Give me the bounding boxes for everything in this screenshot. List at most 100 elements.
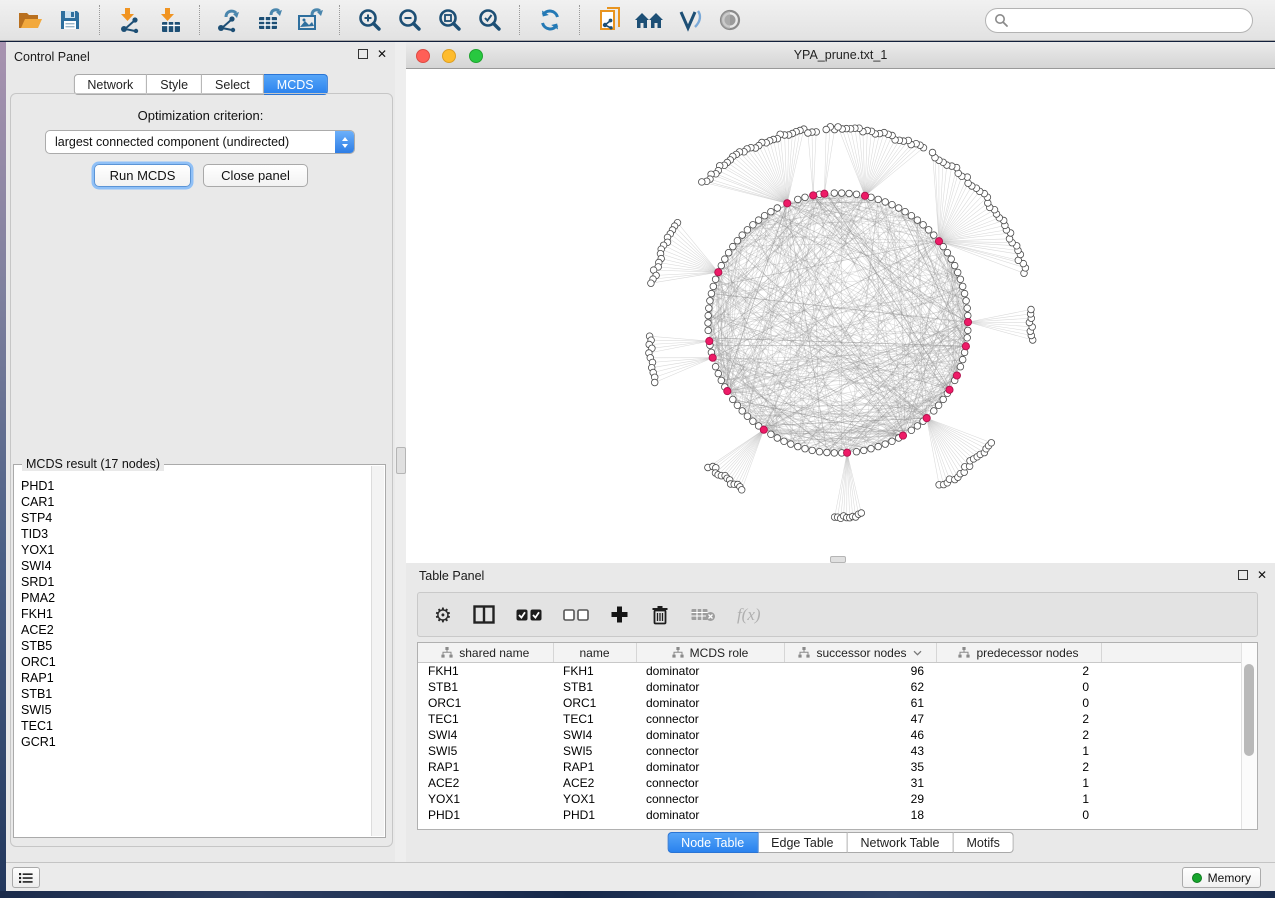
- table-row[interactable]: RAP1RAP1dominator352: [418, 759, 1242, 775]
- table-row[interactable]: ACE2ACE2connector311: [418, 775, 1242, 791]
- mcds-result-item[interactable]: GCR1: [21, 734, 372, 750]
- divider-grip-horizontal[interactable]: [830, 556, 846, 563]
- table-header-row[interactable]: shared namename MCDS role successor nodesp…: [418, 643, 1242, 663]
- table-cell: YOX1: [553, 791, 636, 807]
- table-cell-filler: [1101, 807, 1242, 823]
- select-all-button[interactable]: [516, 609, 542, 621]
- mcds-result-item[interactable]: FKH1: [21, 606, 372, 622]
- gear-icon: ⚙: [434, 605, 452, 625]
- column-settings-button[interactable]: ⚙: [434, 605, 452, 625]
- delete-column-button[interactable]: [650, 604, 670, 625]
- mcds-result-item[interactable]: ORC1: [21, 654, 372, 670]
- close-panel-icon[interactable]: ✕: [377, 49, 387, 59]
- mcds-result-item[interactable]: SWI5: [21, 702, 372, 718]
- close-window-icon[interactable]: [416, 49, 430, 63]
- column-header-MCDS-role[interactable]: MCDS role: [636, 643, 784, 663]
- columns-icon: [473, 605, 495, 624]
- column-label: MCDS role: [690, 646, 749, 660]
- mcds-result-item[interactable]: PHD1: [21, 478, 372, 494]
- table-cell: STB1: [553, 679, 636, 695]
- panel-divider-vertical[interactable]: [395, 42, 406, 862]
- tab-select[interactable]: Select: [202, 74, 264, 95]
- search-box[interactable]: [985, 8, 1253, 33]
- table-row[interactable]: ORC1ORC1dominator610: [418, 695, 1242, 711]
- network-document-button[interactable]: [592, 3, 628, 37]
- network-window-titlebar[interactable]: YPA_prune.txt_1: [406, 42, 1275, 69]
- zoom-out-button[interactable]: [392, 3, 428, 37]
- add-column-button[interactable]: [610, 605, 629, 624]
- import-table-button[interactable]: [152, 3, 188, 37]
- mcds-result-item[interactable]: STB5: [21, 638, 372, 654]
- mcds-result-item[interactable]: SWI4: [21, 558, 372, 574]
- table-row[interactable]: YOX1YOX1connector291: [418, 791, 1242, 807]
- close-panel-icon[interactable]: ✕: [1257, 570, 1267, 580]
- export-table-button[interactable]: [252, 3, 288, 37]
- table-row[interactable]: FKH1FKH1dominator962: [418, 663, 1242, 680]
- float-panel-icon[interactable]: [358, 49, 368, 59]
- mcds-result-item[interactable]: STB1: [21, 686, 372, 702]
- mcds-result-item[interactable]: CAR1: [21, 494, 372, 510]
- tab-mcds[interactable]: MCDS: [264, 74, 328, 95]
- export-network-button[interactable]: [212, 3, 248, 37]
- zoom-selected-button[interactable]: [472, 3, 508, 37]
- home-button[interactable]: [632, 3, 668, 37]
- task-history-button[interactable]: [12, 867, 40, 888]
- table-scrollbar-thumb[interactable]: [1244, 664, 1254, 756]
- mcds-result-item[interactable]: TEC1: [21, 718, 372, 734]
- mcds-list-scrollbar[interactable]: [371, 466, 384, 836]
- table-cell: TEC1: [553, 711, 636, 727]
- function-builder-button[interactable]: f(x): [737, 605, 761, 625]
- optimization-criterion-select[interactable]: largest connected component (undirected): [45, 130, 355, 154]
- network-graph[interactable]: [406, 69, 1275, 563]
- memory-button[interactable]: Memory: [1182, 867, 1261, 888]
- float-panel-icon[interactable]: [1238, 570, 1248, 580]
- column-header-shared-name[interactable]: shared name: [418, 643, 553, 663]
- tab-network-table[interactable]: Network Table: [848, 832, 954, 853]
- mcds-result-item[interactable]: RAP1: [21, 670, 372, 686]
- tab-network[interactable]: Network: [73, 74, 147, 95]
- column-header-name[interactable]: name: [553, 643, 636, 663]
- zoom-fit-button[interactable]: [432, 3, 468, 37]
- refresh-layout-button[interactable]: [532, 3, 568, 37]
- open-session-button[interactable]: [12, 3, 48, 37]
- table-cell: dominator: [636, 727, 784, 743]
- tab-motifs[interactable]: Motifs: [953, 832, 1013, 853]
- tab-node-table[interactable]: Node Table: [667, 832, 758, 853]
- column-header-successor-nodes[interactable]: successor nodes: [784, 643, 936, 663]
- tab-style[interactable]: Style: [147, 74, 202, 95]
- import-network-button[interactable]: [112, 3, 148, 37]
- table-cell: connector: [636, 791, 784, 807]
- table-cell: 31: [784, 775, 936, 791]
- table-row[interactable]: STB1STB1dominator620: [418, 679, 1242, 695]
- mcds-result-item[interactable]: SRD1: [21, 574, 372, 590]
- run-mcds-button[interactable]: Run MCDS: [94, 164, 191, 187]
- table-row[interactable]: TEC1TEC1connector472: [418, 711, 1242, 727]
- mcds-result-item[interactable]: ACE2: [21, 622, 372, 638]
- mcds-result-item[interactable]: PMA2: [21, 590, 372, 606]
- toggle-graphics-details-button[interactable]: [672, 3, 708, 37]
- node-table[interactable]: shared namename MCDS role successor nodesp…: [417, 642, 1258, 830]
- table-cell: FKH1: [418, 663, 553, 680]
- minimize-window-icon[interactable]: [442, 49, 456, 63]
- divider-grip[interactable]: [396, 447, 406, 474]
- zoom-in-button[interactable]: [352, 3, 388, 37]
- mcds-result-item[interactable]: TID3: [21, 526, 372, 542]
- table-row[interactable]: SWI4SWI4dominator462: [418, 727, 1242, 743]
- delete-table-button[interactable]: [691, 607, 716, 622]
- table-row[interactable]: SWI5SWI5connector431: [418, 743, 1242, 759]
- close-panel-button[interactable]: Close panel: [203, 164, 308, 187]
- column-header-predecessor-nodes[interactable]: predecessor nodes: [936, 643, 1101, 663]
- network-canvas[interactable]: [406, 69, 1275, 563]
- save-session-button[interactable]: [52, 3, 88, 37]
- maximize-window-icon[interactable]: [469, 49, 483, 63]
- mcds-result-item[interactable]: STP4: [21, 510, 372, 526]
- tab-edge-table[interactable]: Edge Table: [758, 832, 847, 853]
- search-input[interactable]: [1014, 13, 1252, 29]
- toggle-column-panel-button[interactable]: [473, 605, 495, 624]
- show-hide-button[interactable]: [712, 3, 748, 37]
- table-scrollbar[interactable]: [1241, 643, 1257, 829]
- export-image-button[interactable]: [292, 3, 328, 37]
- mcds-result-item[interactable]: YOX1: [21, 542, 372, 558]
- table-row[interactable]: PHD1PHD1dominator180: [418, 807, 1242, 823]
- deselect-all-button[interactable]: [563, 609, 589, 621]
